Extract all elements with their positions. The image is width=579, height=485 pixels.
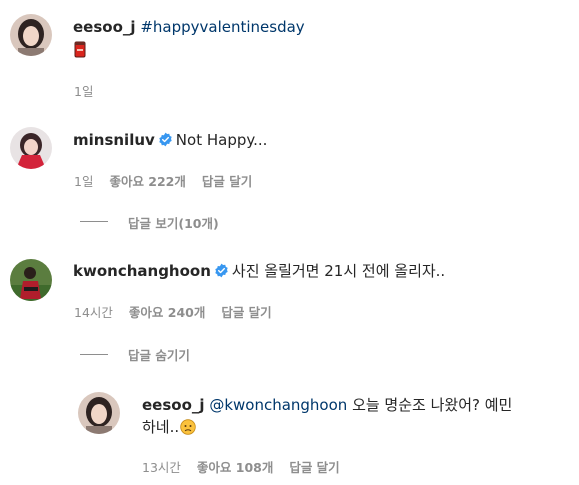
hashtag-link[interactable]: #happyvalentinesday [140, 18, 304, 36]
username[interactable]: eesoo_j [142, 396, 205, 414]
comment-time: 14시간 [74, 305, 113, 320]
username[interactable]: kwonchanghoon [73, 262, 211, 280]
comment-text: Not Happy... [175, 131, 268, 149]
reply-button[interactable]: 답글 달기 [289, 457, 339, 476]
avatar[interactable] [78, 392, 120, 434]
comment-meta: 1일 좋아요 222개 답글 달기 [74, 171, 252, 190]
verified-badge-icon [158, 131, 173, 153]
divider-line [80, 221, 108, 222]
avatar[interactable] [10, 14, 52, 56]
comment-line: minsniluv Not Happy... [73, 129, 267, 153]
verified-badge-icon [214, 262, 229, 284]
comment-meta: 14시간 좋아요 240개 답글 달기 [74, 302, 272, 321]
comment-line: kwonchanghoon 사진 올릴거면 21시 전에 올리자.. [73, 260, 445, 284]
comment-text: 사진 올릴거면 21시 전에 올리자.. [231, 262, 446, 280]
likes-count[interactable]: 좋아요 108개 [197, 457, 273, 476]
worried-face-emoji-icon [180, 419, 196, 441]
reply-meta: 13시간 좋아요 108개 답글 달기 [142, 457, 340, 476]
post-time: 1일 [74, 84, 94, 99]
hide-replies-button[interactable]: 답글 숨기기 [128, 345, 190, 364]
comment-time: 1일 [74, 174, 94, 189]
reply-body: eesoo_j @kwonchanghoon 오늘 명순조 나왔어? 예민 하네… [142, 394, 532, 441]
avatar[interactable] [10, 259, 52, 301]
avatar[interactable] [10, 127, 52, 169]
username[interactable]: eesoo_j [73, 18, 136, 36]
likes-count[interactable]: 좋아요 222개 [109, 171, 185, 190]
red-can-sticker-icon [74, 41, 86, 58]
reply-time: 13시간 [142, 460, 181, 475]
mention-link[interactable]: @kwonchanghoon [209, 396, 347, 414]
likes-count[interactable]: 좋아요 240개 [129, 302, 205, 321]
reply-text-continued: 하네.. [142, 418, 180, 436]
divider-line [80, 354, 108, 355]
reply-button[interactable]: 답글 달기 [221, 302, 271, 321]
username[interactable]: minsniluv [73, 131, 155, 149]
reply-button[interactable]: 답글 달기 [202, 171, 252, 190]
view-replies-button[interactable]: 답글 보기(10개) [128, 213, 219, 232]
post-caption: eesoo_j #happyvalentinesday [73, 16, 305, 38]
reply-text: 오늘 명순조 나왔어? 예민 [347, 396, 513, 414]
